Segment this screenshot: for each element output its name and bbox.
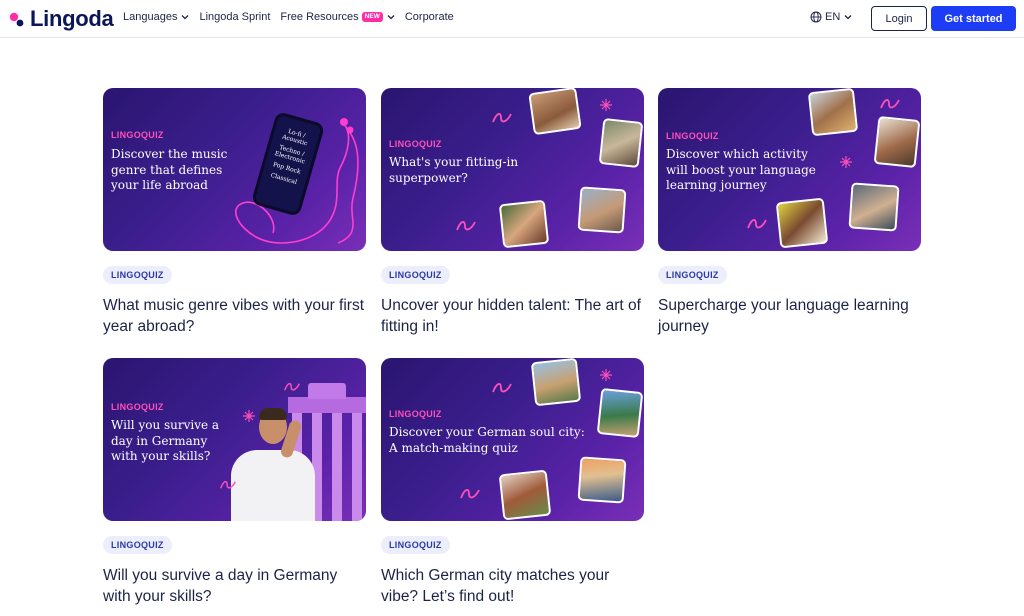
nav-languages-label: Languages [123, 11, 178, 23]
language-selector[interactable]: EN [810, 11, 852, 23]
card-banner[interactable]: LINGOQUIZ Discover your German soul city… [381, 358, 644, 521]
banner-title: Discover your German soul city: A match-… [389, 425, 585, 455]
sparkle-icon [600, 369, 612, 381]
squiggle-icon [747, 219, 767, 229]
card-title[interactable]: Supercharge your language learning journ… [658, 296, 921, 337]
photo-cathedral [596, 387, 644, 439]
squiggle-icon [219, 480, 237, 489]
card-title[interactable]: Uncover your hidden talent: The art of f… [381, 296, 644, 337]
banner-label: LINGOQUIZ [111, 402, 164, 412]
banner-title: Discover which activity will boost your … [666, 147, 816, 192]
photo-smiling-woman [498, 199, 550, 249]
nav-languages[interactable]: Languages [123, 11, 189, 23]
get-started-button[interactable]: Get started [931, 6, 1016, 31]
chevron-down-icon [387, 15, 395, 20]
category-chip: LINGOQUIZ [103, 266, 172, 284]
chevron-down-icon [844, 15, 852, 20]
language-code: EN [825, 11, 841, 23]
photo-woman-headphones [873, 115, 921, 169]
site-header: Lingoda Languages Lingoda Sprint Free Re… [0, 0, 1024, 38]
photo-hamburg [530, 358, 582, 407]
nav-sprint-label: Lingoda Sprint [199, 11, 271, 23]
chevron-down-icon [181, 15, 189, 20]
card-banner[interactable]: LINGOQUIZ Will you survive a day in Germ… [103, 358, 366, 521]
squiggle-icon [283, 382, 301, 391]
main-nav: Languages Lingoda Sprint Free Resources … [123, 11, 464, 23]
card-banner[interactable]: LINGOQUIZ What's your fitting-in superpo… [381, 88, 644, 251]
card-banner[interactable]: LINGOQUIZ Discover which activity will b… [658, 88, 921, 251]
nav-corporate-label: Corporate [404, 11, 454, 23]
category-chip: LINGOQUIZ [381, 536, 450, 554]
card-title[interactable]: What music genre vibes with your first y… [103, 296, 366, 337]
photo-berlin [577, 456, 627, 504]
photo-friends [528, 88, 582, 136]
nav-sprint[interactable]: Lingoda Sprint [199, 11, 270, 23]
photo-man-smiling [807, 88, 859, 137]
squiggle-icon [456, 221, 476, 231]
category-chip: LINGOQUIZ [103, 536, 172, 554]
squiggle-icon [492, 113, 512, 123]
banner-label: LINGOQUIZ [111, 130, 164, 140]
banner-title: What's your fitting-in superpower? [389, 155, 519, 185]
brand-name: Lingoda [30, 6, 114, 31]
squiggle-icon [460, 489, 480, 499]
nav-corporate[interactable]: Corporate [405, 11, 454, 23]
banner-title: Will you survive a day in Germany with y… [111, 418, 220, 463]
lingoda-logo[interactable]: Lingoda [9, 6, 114, 31]
banner-label: LINGOQUIZ [389, 409, 442, 419]
card-banner[interactable]: Lo-fi / Acoustic Techno / Electronic Pop… [103, 88, 366, 251]
category-chip: LINGOQUIZ [381, 266, 450, 284]
nav-free-resources-label: Free Resources [280, 11, 359, 23]
category-chip: LINGOQUIZ [658, 266, 727, 284]
card-title[interactable]: Which German city matches your vibe? Let… [381, 566, 644, 607]
squiggle-icon [492, 383, 512, 393]
squiggle-icon [880, 99, 900, 109]
sparkle-icon [243, 410, 255, 422]
sparkle-icon [840, 156, 852, 168]
banner-title: Discover the music genre that defines yo… [111, 147, 228, 192]
photo-woman-curly [775, 197, 829, 249]
photo-group [577, 186, 627, 234]
banner-label: LINGOQUIZ [389, 139, 442, 149]
photo-man-laptop [848, 182, 900, 232]
sparkle-icon [600, 99, 612, 111]
thinking-man-illustration [231, 408, 315, 521]
login-button[interactable]: Login [871, 6, 927, 31]
photo-meeting [598, 118, 644, 168]
new-badge: NEW [361, 11, 383, 23]
card-title[interactable]: Will you survive a day in Germany with y… [103, 566, 366, 607]
logo-mark-icon [9, 12, 24, 27]
photo-old-town [498, 469, 552, 521]
globe-icon [810, 11, 822, 23]
nav-free-resources[interactable]: Free Resources NEW [280, 11, 395, 23]
banner-label: LINGOQUIZ [666, 131, 719, 141]
